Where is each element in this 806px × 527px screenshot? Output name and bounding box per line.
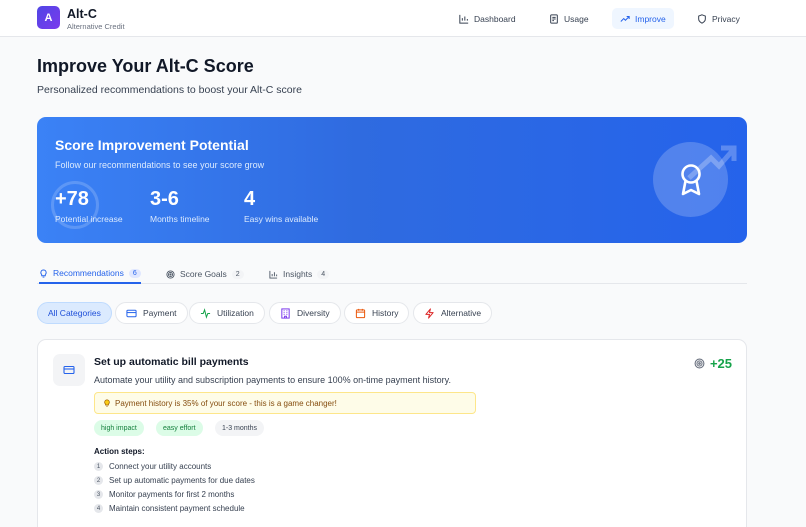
credit-card-icon — [63, 365, 75, 375]
stat-months-timeline: 3-6 Months timeline — [150, 187, 210, 224]
target-icon — [694, 358, 705, 369]
app-subtitle: Alternative Credit — [67, 22, 125, 31]
pill-label: Diversity — [297, 308, 330, 318]
recommendation-description: Automate your utility and subscription p… — [94, 375, 452, 385]
tip-banner: Payment history is 35% of your score - t… — [94, 392, 476, 414]
stat-label: Months timeline — [150, 214, 210, 224]
shield-icon — [698, 13, 706, 24]
page-subtitle: Personalized recommendations to boost yo… — [37, 84, 302, 96]
points-value: +25 — [709, 356, 732, 371]
filter-diversity[interactable]: Diversity — [269, 302, 341, 324]
receipt-icon — [550, 13, 558, 24]
pill-label: Utilization — [217, 308, 254, 318]
filter-utilization[interactable]: Utilization — [189, 302, 265, 324]
score-potential-card: Score Improvement Potential Follow our r… — [37, 117, 747, 243]
action-steps-heading: Action steps: — [94, 447, 145, 456]
nav-usage-label: Usage — [564, 13, 589, 24]
recommendation-card[interactable]: Set up automatic bill payments Automate … — [37, 339, 747, 527]
step-text: Maintain consistent payment schedule — [109, 504, 245, 513]
tab-count-badge: 2 — [231, 269, 244, 279]
tip-text: Payment history is 35% of your score - t… — [115, 398, 337, 408]
tab-label: Recommendations — [53, 268, 124, 278]
filter-all-categories[interactable]: All Categories — [37, 302, 112, 324]
stat-value: 3-6 — [150, 188, 179, 210]
hero-title: Score Improvement Potential — [55, 137, 249, 153]
credit-card-icon — [126, 309, 137, 317]
stat-value: +78 — [55, 188, 89, 210]
tab-insights[interactable]: Insights 4 — [269, 264, 330, 284]
filter-alternative[interactable]: Alternative — [413, 302, 493, 324]
score-points: +25 — [694, 356, 732, 371]
recommendation-icon-box — [53, 354, 85, 386]
trending-up-icon — [620, 15, 630, 22]
app-name: Alt-C — [67, 7, 97, 21]
lightbulb-icon — [40, 268, 47, 278]
nav-improve-label: Improve — [635, 13, 666, 24]
page-title: Improve Your Alt-C Score — [37, 56, 254, 76]
step-text: Set up automatic payments for due dates — [109, 476, 255, 485]
step-number: 2 — [94, 476, 103, 485]
pill-label: All Categories — [48, 308, 101, 318]
step-number: 1 — [94, 462, 103, 471]
tab-recommendations[interactable]: Recommendations 6 — [39, 264, 141, 284]
zap-icon — [425, 307, 434, 319]
pill-label: Alternative — [441, 308, 482, 318]
tab-label: Insights — [283, 269, 313, 279]
award-badge — [653, 142, 728, 217]
lightbulb-icon — [104, 399, 110, 407]
step-number: 3 — [94, 490, 103, 499]
stat-potential-increase: +78 Potential increase — [55, 187, 123, 224]
activity-icon — [200, 307, 211, 319]
target-icon — [166, 269, 175, 279]
bar-chart-icon — [459, 14, 469, 24]
nav-privacy-label: Privacy — [712, 13, 740, 24]
nav-dashboard[interactable]: Dashboard — [451, 8, 524, 29]
effort-tag: easy effort — [156, 420, 203, 436]
recommendation-title: Set up automatic bill payments — [94, 356, 249, 368]
action-step: 4 Maintain consistent payment schedule — [94, 504, 245, 513]
tab-count-badge: 6 — [128, 268, 141, 278]
nav-privacy[interactable]: Privacy — [689, 8, 748, 29]
app-logo[interactable]: A — [37, 6, 60, 29]
pill-label: History — [372, 308, 399, 318]
step-text: Connect your utility accounts — [109, 462, 212, 471]
stat-label: Easy wins available — [244, 214, 319, 224]
step-number: 4 — [94, 504, 103, 513]
filter-payment[interactable]: Payment — [115, 302, 188, 324]
filter-history[interactable]: History — [344, 302, 410, 324]
step-text: Monitor payments for first 2 months — [109, 490, 235, 499]
stat-label: Potential increase — [55, 214, 123, 224]
top-navigation-bar: A Alt-C Alternative Credit Dashboard Usa… — [0, 0, 806, 37]
tabs-divider — [37, 283, 747, 284]
tab-label: Score Goals — [180, 269, 227, 279]
tab-count-badge: 4 — [317, 269, 330, 279]
action-step: 2 Set up automatic payments for due date… — [94, 476, 255, 485]
bar-chart-icon — [269, 270, 278, 279]
building-icon — [281, 307, 290, 319]
stat-easy-wins: 4 Easy wins available — [244, 187, 318, 224]
impact-tag: high impact — [94, 420, 144, 436]
timeline-tag: 1-3 months — [215, 420, 265, 436]
action-step: 3 Monitor payments for first 2 months — [94, 490, 234, 499]
hero-subtitle: Follow our recommendations to see your s… — [55, 160, 265, 170]
calendar-icon — [355, 308, 366, 318]
nav-usage[interactable]: Usage — [541, 8, 597, 29]
action-step: 1 Connect your utility accounts — [94, 462, 211, 471]
tab-score-goals[interactable]: Score Goals 2 — [166, 264, 244, 284]
award-icon — [680, 163, 701, 195]
pill-label: Payment — [143, 308, 177, 318]
nav-improve[interactable]: Improve — [612, 8, 674, 29]
nav-dashboard-label: Dashboard — [474, 13, 516, 24]
stat-value: 4 — [244, 188, 256, 210]
